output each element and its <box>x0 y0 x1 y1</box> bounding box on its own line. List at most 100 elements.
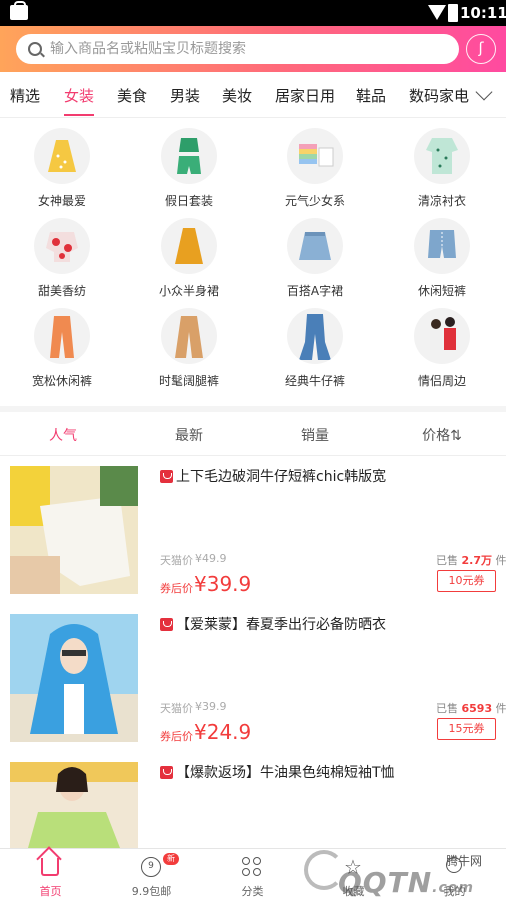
product-image[interactable] <box>10 762 138 848</box>
nav-free-shipping-label: 9.9包邮 <box>131 885 172 898</box>
sort-sales[interactable]: 销量 <box>265 425 365 445</box>
bottom-nav: 首页 9 新 9.9包邮 分类 ☆ 收藏 我的 <box>0 848 506 900</box>
subcategory-label: 经典牛仔裤 <box>284 374 345 388</box>
sort-popularity[interactable]: 人气 <box>13 425 113 445</box>
shopping-bag-icon <box>10 1 28 20</box>
product-title[interactable]: 【爆款返场】牛油果色纯棉短袖T恤 <box>176 762 496 782</box>
tab-featured[interactable]: 精选 <box>10 85 40 106</box>
denim-skirt-icon <box>287 218 343 274</box>
nav-home-label: 首页 <box>39 885 62 898</box>
nav-favorites[interactable]: ☆ 收藏 <box>303 849 404 900</box>
subcategory-item[interactable]: 经典牛仔裤 <box>265 302 365 390</box>
product-image[interactable] <box>10 466 138 594</box>
coupon-button[interactable]: 10元券 <box>437 570 496 592</box>
subcategory-item[interactable]: 休闲短裤 <box>392 212 492 300</box>
subcategory-label: 时髦阔腿裤 <box>158 374 219 388</box>
subcategory-item[interactable]: 清凉衬衣 <box>392 122 492 210</box>
subcategory-item[interactable]: 小众半身裙 <box>139 212 239 300</box>
tab-home-goods[interactable]: 居家日用 <box>275 85 335 106</box>
subcategory-label: 百搭A字裙 <box>286 284 344 298</box>
tab-womens-clothing[interactable]: 女装 <box>64 85 94 106</box>
tan-pants-icon <box>161 308 217 364</box>
subcategory-label: 情侣周边 <box>417 374 466 388</box>
star-icon: ☆ <box>344 855 362 879</box>
subcategory-label: 休闲短裤 <box>417 284 466 298</box>
subcategory-label: 甜美香纺 <box>37 284 86 298</box>
header: ʃ <box>0 26 506 72</box>
subcategory-item[interactable]: 假日套装 <box>139 122 239 210</box>
tmall-price: ¥49.9 <box>195 552 227 565</box>
coupon-price: ¥24.9 <box>194 720 252 744</box>
sort-tabs: 人气 最新 销量 价格⇅ <box>0 412 506 456</box>
tmall-price: ¥39.9 <box>195 700 227 713</box>
sold-count: 已售 6593 件 <box>436 702 506 715</box>
user-icon <box>446 857 462 873</box>
after-coupon-label: 券后价 <box>160 582 193 595</box>
category-tabs: 精选 女装 美食 男装 美妆 居家日用 鞋品 数码家电 <box>0 72 506 118</box>
tmall-price-label: 天猫价 <box>160 702 193 715</box>
nav-favorites-label: 收藏 <box>342 885 365 898</box>
product-image[interactable] <box>10 614 138 742</box>
new-badge: 新 <box>163 853 179 865</box>
search-input[interactable] <box>50 41 450 57</box>
yellow-skirt-icon <box>161 218 217 274</box>
wifi-icon <box>428 5 446 20</box>
status-bar: 10:11 <box>0 0 506 26</box>
tmall-icon <box>160 618 173 631</box>
nav-free-shipping[interactable]: 9 新 9.9包邮 <box>101 849 202 900</box>
subcategory-label: 宽松休闲裤 <box>31 374 92 388</box>
product-card[interactable]: 【爱莱蒙】春夏季出行必备防晒衣 天猫价 ¥39.9 已售 6593 件 券后价 … <box>0 614 506 760</box>
product-title[interactable]: 【爱莱蒙】春夏季出行必备防晒衣 <box>176 614 496 634</box>
couple-photo-icon <box>414 308 470 364</box>
package-icon: 9 <box>141 857 161 877</box>
nav-mine-label: 我的 <box>443 885 466 898</box>
sold-count: 已售 2.7万 件 <box>436 554 506 567</box>
nav-category[interactable]: 分类 <box>202 849 303 900</box>
subcategory-grid: 女神最爱 假日套装 元气少女系 清凉衬衣 甜美香纺 小众半身裙 百搭A字裙 休闲… <box>0 120 506 398</box>
search-icon <box>28 42 42 56</box>
search-box[interactable] <box>16 34 459 64</box>
subcategory-item[interactable]: 甜美香纺 <box>12 212 112 300</box>
tmall-icon <box>160 766 173 779</box>
sort-newest[interactable]: 最新 <box>139 425 239 445</box>
orange-pants-icon <box>34 308 90 364</box>
tab-beauty[interactable]: 美妆 <box>222 85 252 106</box>
coupon-price: ¥39.9 <box>194 572 252 596</box>
after-coupon-label: 券后价 <box>160 730 193 743</box>
sort-price[interactable]: 价格⇅ <box>392 425 492 445</box>
subcategory-label: 元气少女系 <box>284 194 345 208</box>
footprint-icon[interactable]: ʃ <box>466 34 496 64</box>
tab-shoes[interactable]: 鞋品 <box>356 85 386 106</box>
subcategory-item[interactable]: 情侣周边 <box>392 302 492 390</box>
coupon-button[interactable]: 15元券 <box>437 718 496 740</box>
product-card[interactable]: 上下毛边破洞牛仔短裤chic韩版宽 天猫价 ¥49.9 已售 2.7万 件 券后… <box>0 466 506 612</box>
denim-shorts-icon <box>414 218 470 274</box>
yellow-dress-icon <box>34 128 90 184</box>
category-icon <box>242 857 262 877</box>
rainbow-tee-icon <box>287 128 343 184</box>
mint-shirt-icon <box>414 128 470 184</box>
nav-home[interactable]: 首页 <box>0 849 101 900</box>
red-floral-top-icon <box>34 218 90 274</box>
chevron-down-icon[interactable] <box>475 83 493 101</box>
subcategory-label: 清凉衬衣 <box>417 194 466 208</box>
tmall-price-label: 天猫价 <box>160 554 193 567</box>
flare-jeans-icon <box>287 308 343 364</box>
subcategory-item[interactable]: 百搭A字裙 <box>265 212 365 300</box>
subcategory-item[interactable]: 宽松休闲裤 <box>12 302 112 390</box>
active-tab-indicator <box>64 114 94 116</box>
subcategory-item[interactable]: 元气少女系 <box>265 122 365 210</box>
subcategory-item[interactable]: 时髦阔腿裤 <box>139 302 239 390</box>
nav-category-label: 分类 <box>241 885 264 898</box>
home-icon <box>41 858 59 876</box>
subcategory-item[interactable]: 女神最爱 <box>12 122 112 210</box>
subcategory-label: 假日套装 <box>164 194 213 208</box>
tmall-icon <box>160 470 173 483</box>
green-set-icon <box>161 128 217 184</box>
tab-electronics[interactable]: 数码家电 <box>409 85 469 106</box>
product-title[interactable]: 上下毛边破洞牛仔短裤chic韩版宽 <box>176 466 496 486</box>
nav-mine[interactable]: 我的 <box>404 849 505 900</box>
tab-food[interactable]: 美食 <box>117 85 147 106</box>
battery-icon <box>448 4 458 22</box>
tab-mens-clothing[interactable]: 男装 <box>170 85 200 106</box>
